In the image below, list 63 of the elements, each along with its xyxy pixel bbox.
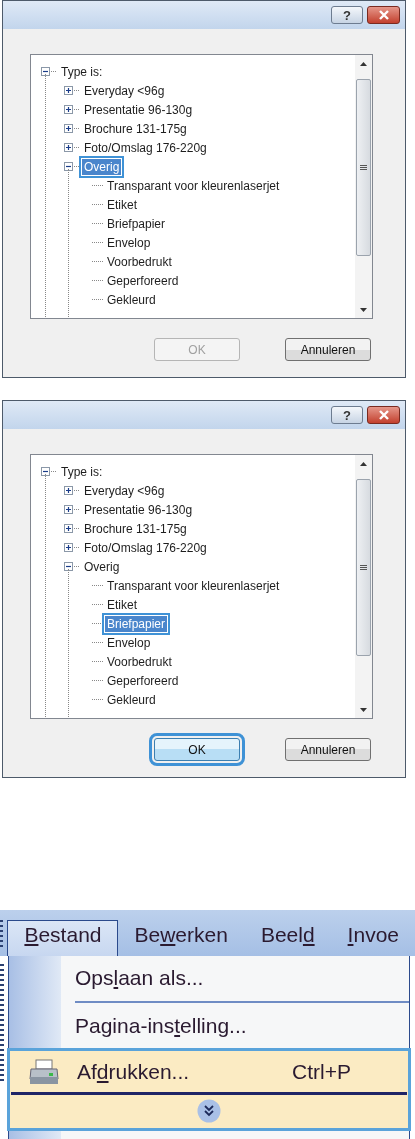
cancel-button[interactable]: Annuleren xyxy=(285,738,371,761)
tree-item[interactable]: Etiket xyxy=(105,196,139,213)
tree-item[interactable]: Overig xyxy=(82,558,122,575)
down-arrow-icon xyxy=(360,307,367,312)
collapse-icon[interactable] xyxy=(64,562,73,571)
up-arrow-icon xyxy=(360,61,367,66)
tree-item[interactable]: Gekleurd xyxy=(105,691,158,708)
collapse-icon[interactable] xyxy=(41,67,50,76)
tree-item[interactable]: Everyday <96g xyxy=(82,482,167,499)
tree-item[interactable]: Brochure 131-175g xyxy=(82,520,189,537)
tree-item[interactable]: Foto/Omslag 176-220g xyxy=(82,539,209,556)
tree-item[interactable]: Presentatie 96-130g xyxy=(82,101,195,118)
down-arrow-icon xyxy=(360,707,367,712)
expand-icon[interactable] xyxy=(64,105,73,114)
scrollbar-thumb[interactable] xyxy=(356,79,371,256)
close-icon xyxy=(377,10,390,20)
help-button[interactable]: ? xyxy=(331,406,363,424)
help-button[interactable]: ? xyxy=(331,6,363,24)
menu-item[interactable]: Pagina-instelling... xyxy=(9,1004,409,1048)
tree-item[interactable]: Transparant voor kleurenlaserjet xyxy=(105,577,282,594)
gripper-icon xyxy=(0,920,4,950)
tree-item[interactable]: Voorbedrukt xyxy=(105,253,174,270)
expand-icon[interactable] xyxy=(64,543,73,552)
expand-icon[interactable] xyxy=(64,505,73,514)
menu-bar-item[interactable]: Bewerken xyxy=(117,920,244,956)
close-button[interactable] xyxy=(367,6,400,24)
gripper-icon xyxy=(0,964,4,1084)
tree-item[interactable]: Geperforeerd xyxy=(105,272,181,289)
tree-item[interactable]: Type is: xyxy=(59,63,105,80)
menu-bar-item[interactable]: Beeld xyxy=(243,920,331,956)
close-button[interactable] xyxy=(367,406,400,424)
tree-item[interactable]: Type is: xyxy=(59,463,105,480)
tree-item[interactable]: Everyday <96g xyxy=(82,82,167,99)
tree-item[interactable]: Etiket xyxy=(105,596,139,613)
tree-item[interactable]: Envelop xyxy=(105,634,153,651)
expand-icon[interactable] xyxy=(64,124,73,133)
tree-item[interactable]: Voorbedrukt xyxy=(105,653,174,670)
chevron-icon xyxy=(197,1099,221,1123)
tree-item[interactable]: Foto/Omslag 176-220g xyxy=(82,139,209,156)
tree-item[interactable]: Presentatie 96-130g xyxy=(82,501,195,518)
menu-bar-item[interactable]: Bestand xyxy=(7,920,118,956)
expand-icon[interactable] xyxy=(64,143,73,152)
grip-icon xyxy=(360,164,367,171)
tree-item[interactable]: Envelop xyxy=(105,234,153,251)
tree-item[interactable]: Overig xyxy=(82,158,122,175)
menu-bar-item[interactable]: Invoe xyxy=(330,920,415,956)
tree-item[interactable]: Briefpapier xyxy=(105,615,168,632)
collapse-icon[interactable] xyxy=(64,162,73,171)
expand-icon[interactable] xyxy=(64,486,73,495)
menu-item[interactable]: Opslaan als... xyxy=(9,956,409,1000)
scrollbar-thumb[interactable] xyxy=(356,479,371,656)
tree-item[interactable]: Briefpapier xyxy=(105,215,168,232)
tree-item[interactable]: Brochure 131-175g xyxy=(82,120,189,137)
close-icon xyxy=(377,410,390,420)
tree-item[interactable]: Geperforeerd xyxy=(105,672,181,689)
expand-icon[interactable] xyxy=(64,524,73,533)
grip-icon xyxy=(360,564,367,571)
collapse-icon[interactable] xyxy=(41,467,50,476)
expand-icon[interactable] xyxy=(64,86,73,95)
up-arrow-icon xyxy=(360,461,367,466)
tree-item[interactable]: Transparant voor kleurenlaserjet xyxy=(105,177,282,194)
cancel-button[interactable]: Annuleren xyxy=(285,338,371,361)
tree-item[interactable]: Gekleurd xyxy=(105,291,158,308)
